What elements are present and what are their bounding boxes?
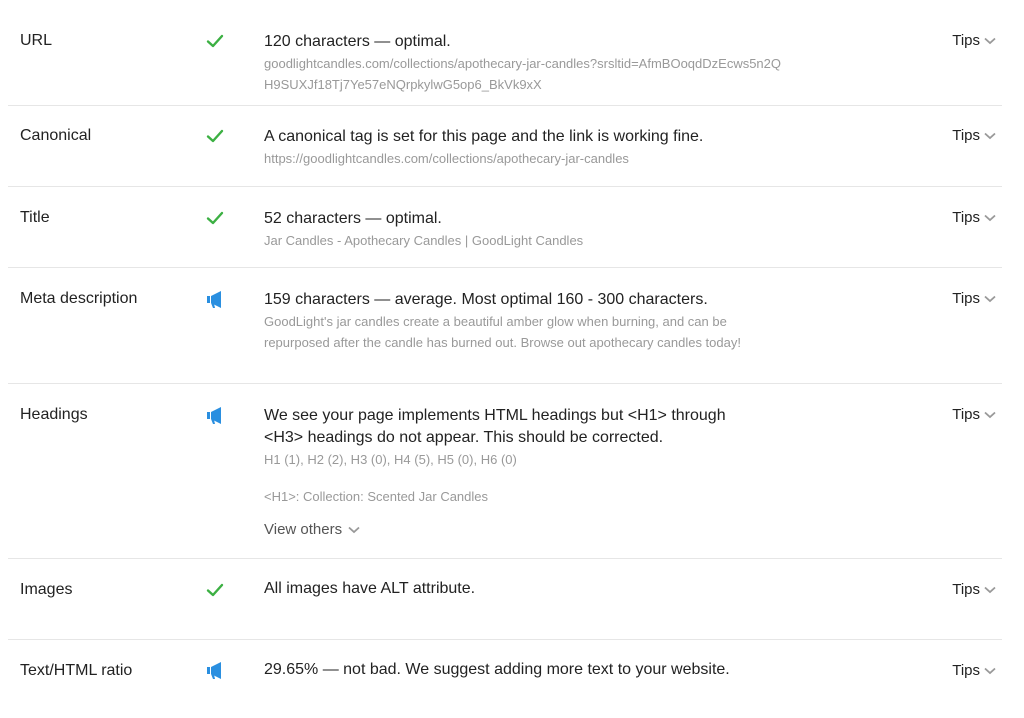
audit-row-images: Images All images have ALT attribute. Ti… bbox=[8, 559, 1002, 640]
row-summary: 52 characters — optimal. bbox=[264, 210, 442, 227]
tips-label: Tips bbox=[952, 127, 980, 144]
tips-toggle[interactable]: Tips bbox=[952, 290, 996, 307]
row-summary: 159 characters — average. Most optimal 1… bbox=[264, 291, 708, 308]
megaphone-icon bbox=[207, 407, 221, 424]
tips-toggle[interactable]: Tips bbox=[952, 406, 996, 423]
check-icon bbox=[206, 129, 224, 143]
row-label: Headings bbox=[20, 406, 88, 423]
megaphone-icon bbox=[207, 662, 221, 679]
tips-label: Tips bbox=[952, 406, 980, 423]
row-content: All images have ALT attribute. bbox=[264, 578, 784, 600]
check-icon bbox=[206, 34, 224, 48]
row-content: 159 characters — average. Most optimal 1… bbox=[264, 289, 774, 353]
chevron-down-icon bbox=[984, 214, 996, 221]
row-label: Title bbox=[20, 209, 50, 226]
row-summary: All images have ALT attribute. bbox=[264, 580, 476, 597]
audit-row-canonical: Canonical A canonical tag is set for thi… bbox=[8, 106, 1002, 187]
chevron-down-icon bbox=[984, 586, 996, 593]
tips-toggle[interactable]: Tips bbox=[952, 209, 996, 226]
chevron-down-icon bbox=[984, 295, 996, 302]
chevron-down-icon bbox=[984, 667, 996, 674]
chevron-down-icon bbox=[348, 526, 360, 533]
h1-text: <H1>: Collection: Scented Jar Candles bbox=[264, 489, 489, 504]
row-summary: 120 characters — optimal. bbox=[264, 33, 451, 50]
row-content: 29.65% — not bad. We suggest adding more… bbox=[264, 659, 824, 681]
row-summary: We see your page implements HTML heading… bbox=[264, 407, 726, 446]
tips-label: Tips bbox=[952, 290, 980, 307]
tips-toggle[interactable]: Tips bbox=[952, 581, 996, 598]
check-icon bbox=[206, 211, 224, 225]
headings-count: H1 (1), H2 (2), H3 (0), H4 (5), H5 (0), … bbox=[264, 452, 517, 467]
tips-label: Tips bbox=[952, 662, 980, 679]
audit-row-text-html-ratio: Text/HTML ratio 29.65% — not bad. We sug… bbox=[8, 640, 1002, 718]
row-summary: 29.65% — not bad. We suggest adding more… bbox=[264, 661, 730, 678]
row-content: A canonical tag is set for this page and… bbox=[264, 126, 784, 169]
audit-row-url: URL 120 characters — optimal. goodlightc… bbox=[8, 0, 1002, 106]
audit-row-title: Title 52 characters — optimal. Jar Candl… bbox=[8, 187, 1002, 268]
tips-toggle[interactable]: Tips bbox=[952, 32, 996, 49]
row-label: Images bbox=[20, 581, 73, 598]
row-label: Meta description bbox=[20, 290, 138, 307]
check-icon bbox=[206, 583, 224, 597]
tips-label: Tips bbox=[952, 32, 980, 49]
megaphone-icon bbox=[207, 291, 221, 308]
chevron-down-icon bbox=[984, 411, 996, 418]
row-content: We see your page implements HTML heading… bbox=[264, 405, 764, 539]
audit-row-meta-description: Meta description 159 characters — averag… bbox=[8, 268, 1002, 384]
tips-label: Tips bbox=[952, 209, 980, 226]
view-others-toggle[interactable]: View others bbox=[264, 521, 360, 538]
row-detail: GoodLight's jar candles create a beautif… bbox=[264, 314, 741, 350]
tips-label: Tips bbox=[952, 581, 980, 598]
tips-toggle[interactable]: Tips bbox=[952, 662, 996, 679]
row-detail: Jar Candles - Apothecary Candles | GoodL… bbox=[264, 233, 584, 248]
row-detail: https://goodlightcandles.com/collections… bbox=[264, 151, 629, 166]
row-content: 52 characters — optimal. Jar Candles - A… bbox=[264, 208, 784, 251]
chevron-down-icon bbox=[984, 132, 996, 139]
tips-toggle[interactable]: Tips bbox=[952, 127, 996, 144]
chevron-down-icon bbox=[984, 37, 996, 44]
seo-audit-list: URL 120 characters — optimal. goodlightc… bbox=[0, 0, 1024, 718]
row-detail: goodlightcandles.com/collections/apothec… bbox=[264, 56, 782, 92]
view-others-label: View others bbox=[264, 521, 343, 538]
row-summary: A canonical tag is set for this page and… bbox=[264, 128, 704, 145]
row-label: URL bbox=[20, 32, 53, 49]
row-content: 120 characters — optimal. goodlightcandl… bbox=[264, 31, 784, 95]
row-label: Text/HTML ratio bbox=[20, 662, 133, 679]
audit-row-headings: Headings We see your page implements HTM… bbox=[8, 384, 1002, 559]
row-label: Canonical bbox=[20, 127, 92, 144]
